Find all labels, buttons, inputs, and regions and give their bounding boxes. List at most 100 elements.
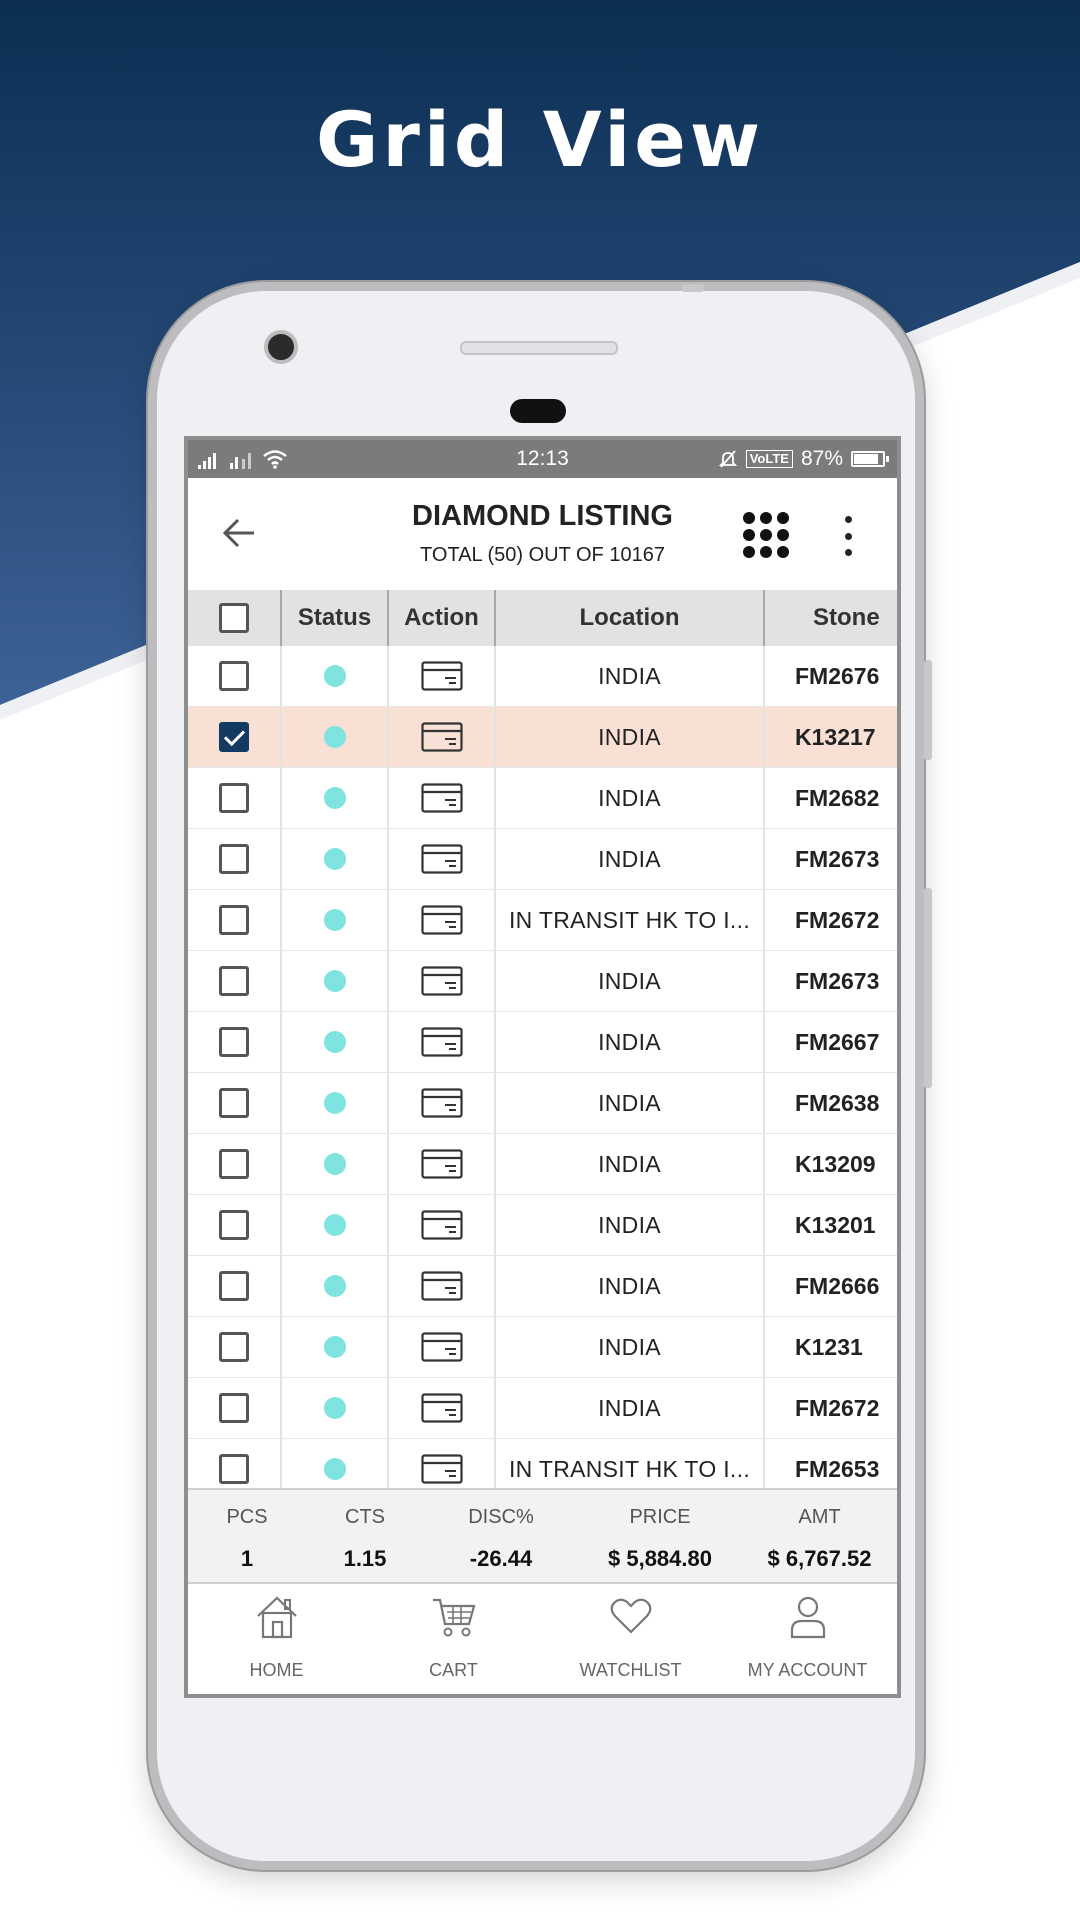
proximity-sensor	[510, 399, 566, 423]
row-status-cell	[282, 1378, 389, 1438]
row-stone[interactable]: FM2673	[765, 951, 897, 1011]
row-stone[interactable]: K1231	[765, 1317, 897, 1377]
row-stone[interactable]: FM2667	[765, 1012, 897, 1072]
certificate-card-icon[interactable]	[420, 1149, 463, 1179]
nav-watchlist-label: WATCHLIST	[579, 1660, 682, 1680]
certificate-card-icon[interactable]	[420, 966, 463, 996]
row-location: INDIA	[496, 646, 765, 706]
certificate-card-icon[interactable]	[420, 661, 463, 691]
table-row[interactable]: INDIA K13201	[188, 1195, 897, 1256]
select-all-checkbox[interactable]	[219, 603, 249, 633]
status-dot-icon	[323, 1031, 346, 1053]
battery-percent: 87%	[800, 447, 843, 470]
grid-view-icon[interactable]	[743, 512, 789, 558]
row-stone[interactable]: FM2666	[765, 1256, 897, 1316]
row-checkbox[interactable]	[219, 1088, 249, 1118]
nav-my-account[interactable]: MY ACCOUNT	[719, 1584, 896, 1694]
row-action-cell	[389, 890, 496, 950]
table-row[interactable]: INDIA FM2667	[188, 1012, 897, 1073]
certificate-card-icon[interactable]	[420, 722, 463, 752]
more-vert-icon[interactable]	[845, 516, 853, 556]
table-row[interactable]: INDIA K1231	[188, 1317, 897, 1378]
header-status[interactable]: Status	[282, 590, 389, 646]
row-checkbox[interactable]	[219, 844, 249, 874]
row-checkbox[interactable]	[219, 661, 249, 691]
certificate-card-icon[interactable]	[420, 1393, 463, 1423]
status-dot-icon	[323, 970, 346, 992]
row-checkbox[interactable]	[219, 1027, 249, 1057]
front-camera	[264, 330, 298, 364]
row-stone[interactable]: FM2676	[765, 646, 897, 706]
status-dot-icon	[323, 909, 346, 931]
table-row[interactable]: INDIA FM2682	[188, 768, 897, 829]
row-location: INDIA	[496, 829, 765, 889]
status-dot-icon	[323, 848, 346, 870]
certificate-card-icon[interactable]	[420, 1088, 463, 1118]
certificate-card-icon[interactable]	[420, 1027, 463, 1057]
table-row[interactable]: INDIA FM2673	[188, 951, 897, 1012]
table-row[interactable]: INDIA FM2676	[188, 646, 897, 707]
row-checkbox[interactable]	[219, 905, 249, 935]
row-checkbox[interactable]	[219, 783, 249, 813]
row-location-text: INDIA	[598, 845, 661, 872]
row-checkbox[interactable]	[219, 1454, 249, 1484]
heart-icon	[610, 1598, 651, 1634]
row-stone[interactable]: K13201	[765, 1195, 897, 1255]
row-select-cell	[188, 768, 282, 828]
row-stone[interactable]: K13209	[765, 1134, 897, 1194]
header-location[interactable]: Location	[496, 590, 765, 646]
row-stone[interactable]: FM2672	[765, 890, 897, 950]
row-checkbox[interactable]	[219, 1149, 249, 1179]
certificate-card-icon[interactable]	[420, 783, 463, 813]
certificate-card-icon[interactable]	[420, 1271, 463, 1301]
row-location-text: INDIA	[598, 784, 661, 811]
certificate-card-icon[interactable]	[420, 844, 463, 874]
row-action-cell	[389, 1317, 496, 1377]
row-status-cell	[282, 768, 389, 828]
row-stone[interactable]: FM2673	[765, 829, 897, 889]
row-checkbox[interactable]	[219, 1393, 249, 1423]
certificate-card-icon[interactable]	[420, 1332, 463, 1362]
nav-cart[interactable]: CART	[365, 1584, 542, 1694]
row-checkbox[interactable]	[219, 722, 249, 752]
diamond-table: Status Action Location Stone INDIA FM2676…	[188, 590, 897, 1500]
header-action[interactable]: Action	[389, 590, 496, 646]
header-stone[interactable]: Stone	[765, 590, 897, 646]
certificate-card-icon[interactable]	[420, 905, 463, 935]
status-dot-icon	[323, 1397, 346, 1419]
table-row[interactable]: IN TRANSIT HK TO I... FM2672	[188, 890, 897, 951]
row-action-cell	[389, 707, 496, 767]
certificate-card-icon[interactable]	[420, 1454, 463, 1484]
row-select-cell	[188, 890, 282, 950]
row-select-cell	[188, 1012, 282, 1072]
row-stone[interactable]: FM2682	[765, 768, 897, 828]
row-action-cell	[389, 951, 496, 1011]
table-row[interactable]: INDIA FM2672	[188, 1378, 897, 1439]
nav-watchlist[interactable]: WATCHLIST	[542, 1584, 719, 1694]
row-stone[interactable]: FM2638	[765, 1073, 897, 1133]
table-row[interactable]: INDIA FM2673	[188, 829, 897, 890]
row-checkbox[interactable]	[219, 1210, 249, 1240]
row-location: INDIA	[496, 1134, 765, 1194]
table-row[interactable]: INDIA K13217	[188, 707, 897, 768]
row-status-cell	[282, 890, 389, 950]
status-dot-icon	[323, 1336, 346, 1358]
row-checkbox[interactable]	[219, 966, 249, 996]
table-row[interactable]: INDIA K13209	[188, 1134, 897, 1195]
volte-badge: VoLTE	[745, 450, 793, 468]
row-status-cell	[282, 951, 389, 1011]
certificate-card-icon[interactable]	[420, 1210, 463, 1240]
table-row[interactable]: INDIA FM2666	[188, 1256, 897, 1317]
row-location-text: INDIA	[598, 967, 661, 994]
row-stone[interactable]: FM2672	[765, 1378, 897, 1438]
table-row[interactable]: INDIA FM2638	[188, 1073, 897, 1134]
row-location: INDIA	[496, 1195, 765, 1255]
summary-label-cts: CTS	[345, 1506, 385, 1528]
row-checkbox[interactable]	[219, 1332, 249, 1362]
row-stone[interactable]: K13217	[765, 707, 897, 767]
nav-my-account-label: MY ACCOUNT	[747, 1660, 868, 1680]
table-body: INDIA FM2676 INDIA K13217 INDIA FM2682 INDIA FM…	[188, 646, 897, 1500]
nav-home[interactable]: HOME	[188, 1584, 365, 1694]
row-checkbox[interactable]	[219, 1271, 249, 1301]
row-status-cell	[282, 1256, 389, 1316]
